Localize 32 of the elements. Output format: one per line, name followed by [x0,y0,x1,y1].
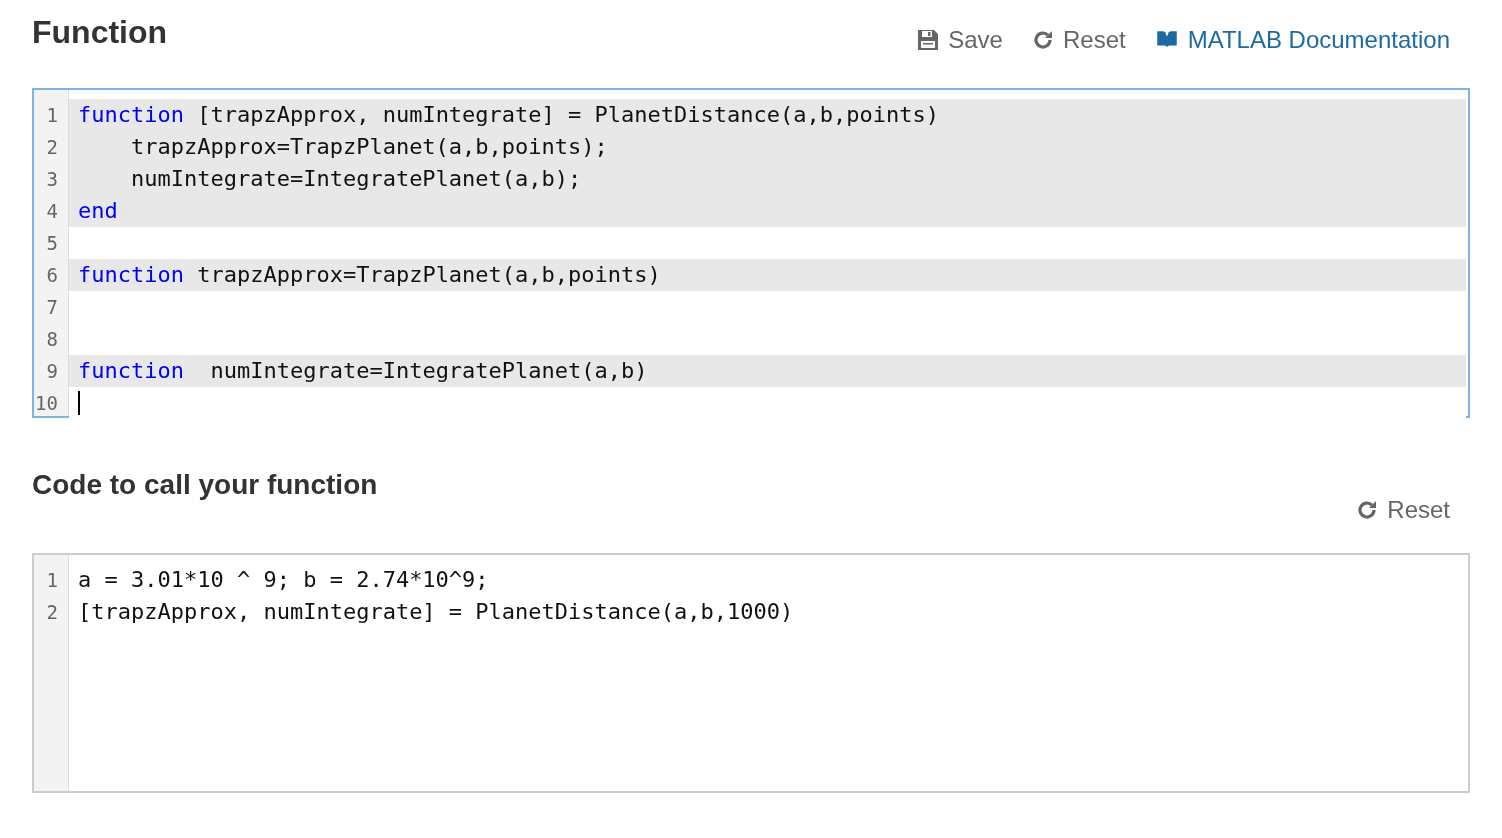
section-title: Function [32,13,168,52]
line-number: 2 [45,600,59,625]
code-keyword: function [78,261,184,289]
line-number: 7 [45,295,59,320]
line-number: 10 [34,391,59,416]
line-number: 6 [45,263,59,288]
reset-button[interactable]: Reset [1030,22,1126,58]
line-number: 9 [45,359,59,384]
save-button[interactable]: Save [916,22,1003,58]
code-keyword: function [78,101,184,129]
section-title: Code to call your function [32,468,378,502]
code-editor[interactable] [32,88,1470,418]
line-number: 3 [45,167,59,192]
code-editor[interactable]: 1 2 a = 3.01*10 ^ 9; b = 2.74*10^9; [trapzApprox, numIntegrate] = PlanetDistance(a,b,1000) [32,553,1470,793]
code-text: [trapzApprox, numIntegrate] = PlanetDistance(a,b,points) [196,101,939,129]
documentation-link[interactable]: MATLAB Documentation [1153,22,1450,58]
code-text: numIntegrate=IntegratePlanet(a,b) [209,357,648,385]
reset-button[interactable]: Reset [1355,492,1450,528]
code-text: trapzApprox=TrapzPlanet(a,b,points) [196,261,661,289]
line-number: 2 [45,135,59,160]
line-number: 5 [45,231,59,256]
code-text: a = 3.01*10 ^ 9; b = 2.74*10^9; [78,566,489,594]
line-number: 1 [45,103,59,128]
line-number: 4 [45,199,59,224]
code-text: [trapzApprox, numIntegrate] = PlanetDistance(a,b,1000) [78,598,794,626]
line-number: 1 [45,568,59,593]
code-keyword: end [78,197,118,225]
code-text: numIntegrate=IntegratePlanet(a,b); [129,165,582,193]
code-text: trapzApprox=TrapzPlanet(a,b,points); [129,133,608,161]
line-number: 8 [45,327,59,352]
code-keyword: function [78,357,184,385]
save-icon [916,28,941,52]
